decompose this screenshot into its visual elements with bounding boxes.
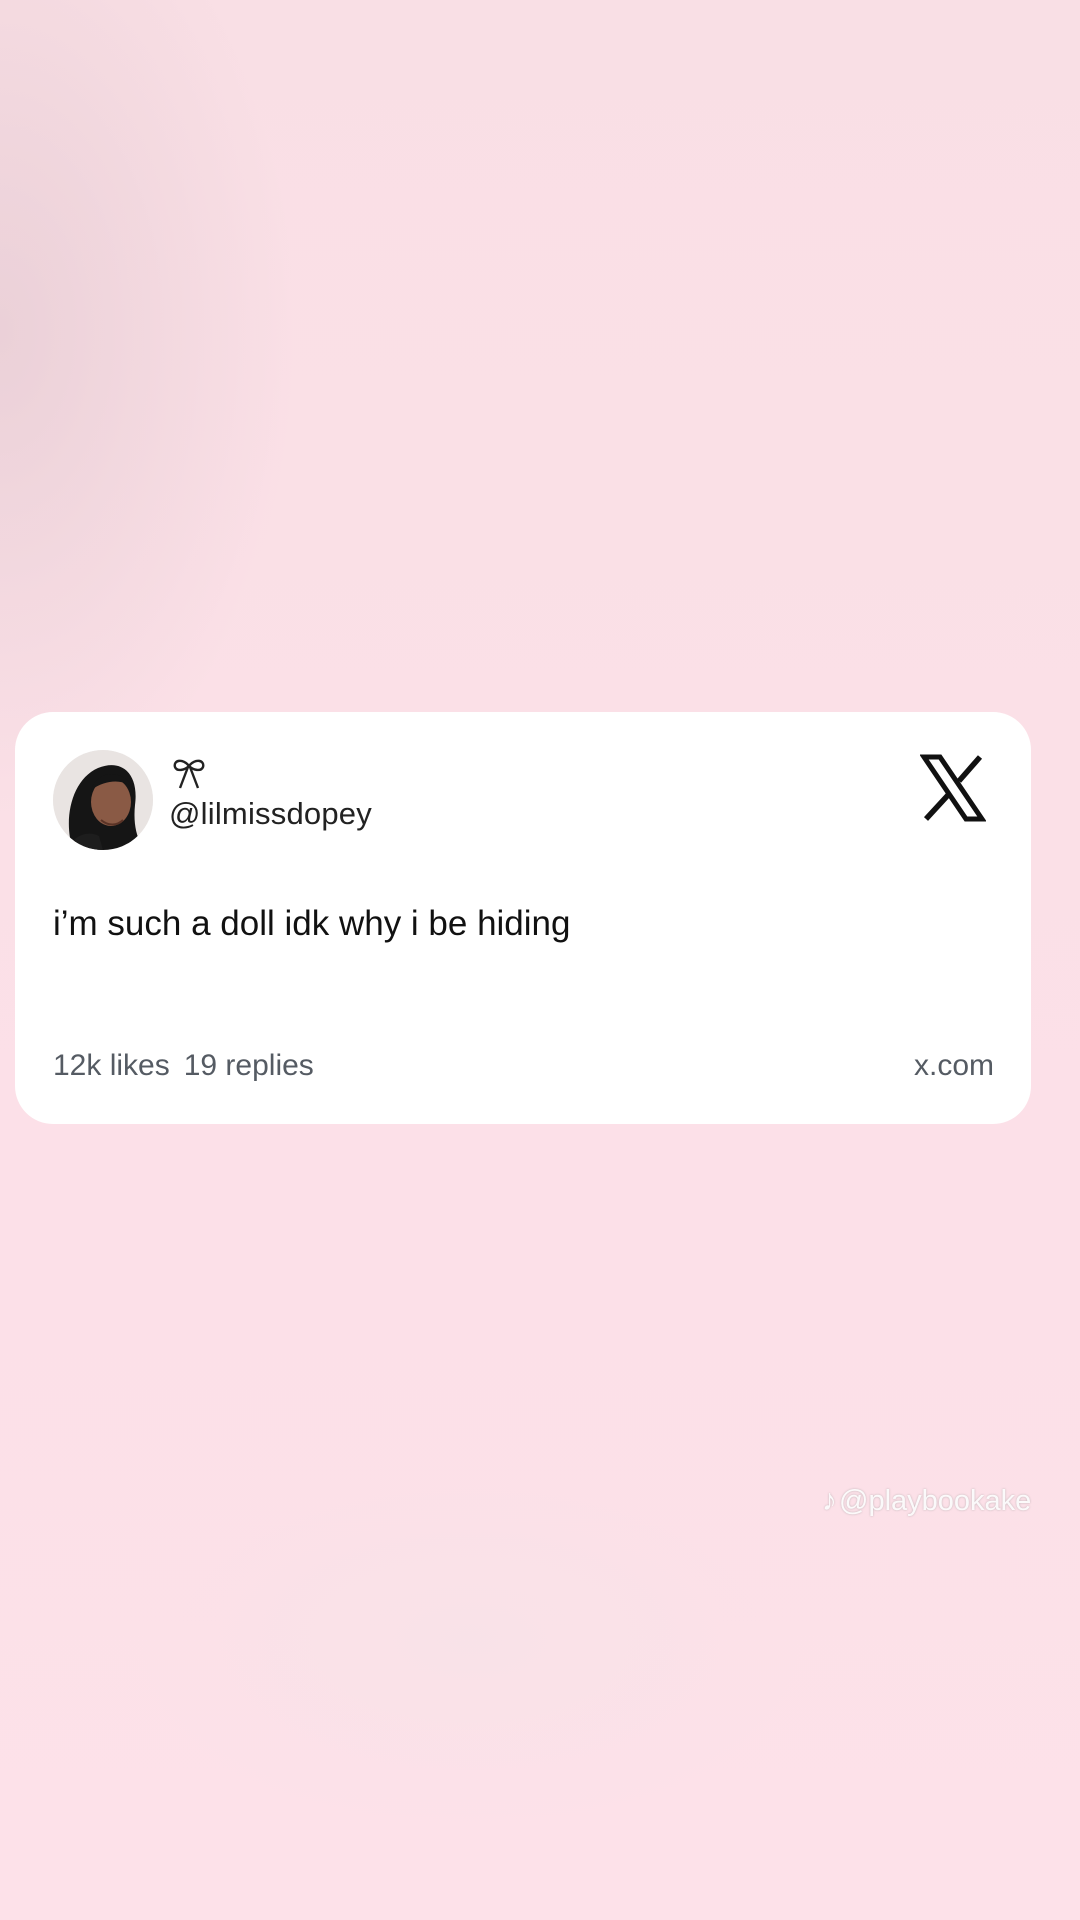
user-handle[interactable]: @lilmissdopey: [169, 796, 372, 832]
x-logo-icon[interactable]: [920, 754, 986, 822]
avatar[interactable]: [53, 750, 153, 850]
source-domain[interactable]: x.com: [914, 1049, 994, 1083]
tweet-card[interactable]: @lilmissdopey i’m such a doll idk why i …: [15, 712, 1031, 1124]
watermark-text: @playbookake: [839, 1485, 1032, 1517]
replies-count[interactable]: 19 replies: [184, 1049, 314, 1082]
likes-count[interactable]: 12k likes: [53, 1049, 170, 1082]
avatar-photo: [53, 750, 153, 850]
bow-icon: [173, 759, 205, 789]
tiktok-note-icon: ♪: [822, 1484, 837, 1517]
tweet-text: i’m such a doll idk why i be hiding: [53, 904, 571, 943]
engagement-stats: 12k likes 19 replies: [53, 1049, 314, 1083]
tiktok-watermark: ♪@playbookake: [822, 1484, 1031, 1518]
